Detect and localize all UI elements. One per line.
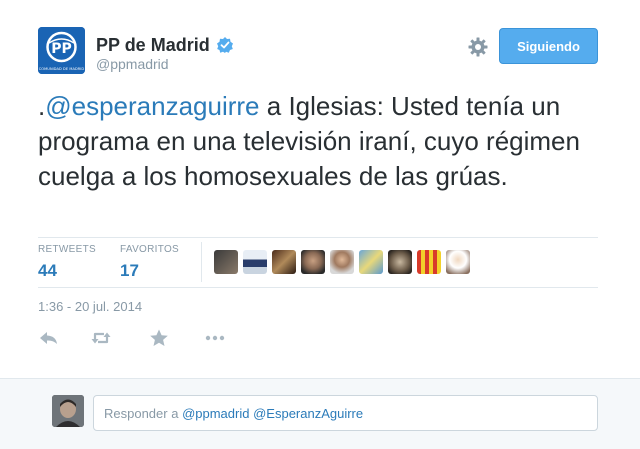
reply-input[interactable]: Responder a @ppmadrid @EsperanzAguirre bbox=[93, 395, 598, 431]
tweet-mention-link[interactable]: @esperanzaguirre bbox=[45, 91, 259, 121]
favoriter-avatar[interactable] bbox=[388, 250, 412, 274]
star-icon[interactable] bbox=[148, 328, 170, 348]
tweet-timestamp[interactable]: 1:36 - 20 jul. 2014 bbox=[38, 299, 142, 314]
favorites-count[interactable]: 17 bbox=[120, 261, 179, 281]
reply-mention-esperanzaguirre: @EsperanzAguirre bbox=[253, 405, 364, 421]
reply-icon[interactable] bbox=[38, 328, 60, 348]
stats-divider bbox=[201, 242, 202, 282]
divider-top bbox=[38, 237, 598, 238]
current-user-avatar[interactable] bbox=[52, 395, 84, 427]
gear-icon[interactable] bbox=[467, 36, 489, 58]
divider-bottom bbox=[38, 287, 598, 288]
favoriter-avatar[interactable] bbox=[272, 250, 296, 274]
reply-mention-ppmadrid: @ppmadrid bbox=[182, 405, 250, 421]
favoriter-avatar[interactable] bbox=[417, 250, 441, 274]
favoriter-avatar[interactable] bbox=[243, 250, 267, 274]
favoriters-avatars bbox=[214, 250, 470, 274]
favoriter-avatar[interactable] bbox=[330, 250, 354, 274]
retweet-icon[interactable] bbox=[90, 328, 112, 348]
user-name[interactable]: PP de Madrid bbox=[96, 35, 210, 56]
more-icon[interactable] bbox=[204, 328, 226, 348]
favoriter-avatar[interactable] bbox=[446, 250, 470, 274]
favoriter-avatar[interactable] bbox=[359, 250, 383, 274]
favorites-stat[interactable]: FAVORITOS 17 bbox=[120, 244, 179, 281]
favorites-label: FAVORITOS bbox=[120, 244, 180, 255]
tweet-text: .@esperanzaguirre a Iglesias: Usted tení… bbox=[38, 89, 598, 194]
following-button[interactable]: Siguiendo bbox=[499, 28, 598, 64]
logo-letters: PP bbox=[51, 41, 72, 57]
reply-placeholder-prefix: Responder a bbox=[104, 405, 183, 421]
favoriter-avatar[interactable] bbox=[301, 250, 325, 274]
retweets-stat[interactable]: RETWEETS 44 bbox=[38, 244, 96, 281]
user-photo-icon bbox=[52, 395, 84, 427]
retweets-label: RETWEETS bbox=[38, 244, 96, 255]
favoriter-avatar[interactable] bbox=[214, 250, 238, 274]
verified-badge-icon bbox=[217, 37, 233, 53]
retweets-count[interactable]: 44 bbox=[38, 261, 96, 281]
user-avatar[interactable]: PP COMUNIDAD DE MADRID bbox=[38, 27, 85, 74]
reply-area: Responder a @ppmadrid @EsperanzAguirre bbox=[0, 378, 640, 449]
logo-caption: COMUNIDAD DE MADRID bbox=[38, 67, 85, 71]
user-handle[interactable]: @ppmadrid bbox=[96, 56, 169, 72]
